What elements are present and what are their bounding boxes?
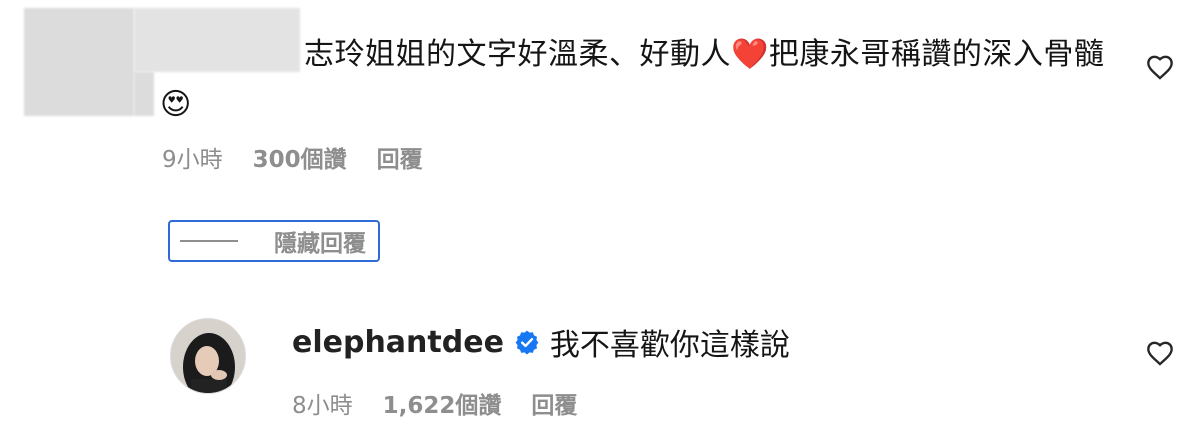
comment-text-part1: 志玲姐姐的文字好溫柔、好動人: [304, 37, 731, 72]
comment-text-part2: 把康永哥稱讚的深入骨髓: [768, 37, 1105, 72]
heart-emoji: ❤️: [731, 37, 769, 72]
like-count[interactable]: 1,622個讚: [383, 386, 502, 420]
comment-time: 9小時: [162, 147, 223, 173]
reply-text: 我不喜歡你這樣說: [549, 328, 790, 363]
like-count[interactable]: 300個讚: [253, 140, 347, 174]
hide-replies-label: 隱藏回覆: [274, 231, 366, 257]
comment-meta: 9小時 300個讚 回覆: [162, 140, 423, 174]
divider-line: [180, 240, 238, 242]
heart-outline-icon[interactable]: [1146, 54, 1174, 80]
hide-replies-button[interactable]: 隱藏回覆: [168, 220, 380, 262]
username[interactable]: elephantdee: [292, 325, 504, 360]
reply-time: 8小時: [292, 393, 353, 419]
reply-button[interactable]: 回覆: [531, 386, 577, 420]
smiling-heart-eyes-emoji: 😍: [160, 87, 192, 122]
reply-meta: 8小時 1,622個讚 回覆: [292, 386, 577, 420]
blurred-avatar: [24, 8, 134, 116]
avatar-image: [171, 319, 245, 393]
comment-text: 志玲姐姐的文字好溫柔、好動人❤️把康永哥稱讚的深入骨髓 😍: [160, 30, 1120, 130]
heart-outline-icon[interactable]: [1146, 340, 1174, 366]
reply-button[interactable]: 回覆: [377, 140, 423, 174]
avatar[interactable]: [170, 318, 246, 394]
verified-badge-icon: [515, 330, 539, 355]
blurred-username-fill: [134, 72, 154, 116]
reply-comment: elephantdee 我不喜歡你這樣說: [292, 320, 790, 364]
